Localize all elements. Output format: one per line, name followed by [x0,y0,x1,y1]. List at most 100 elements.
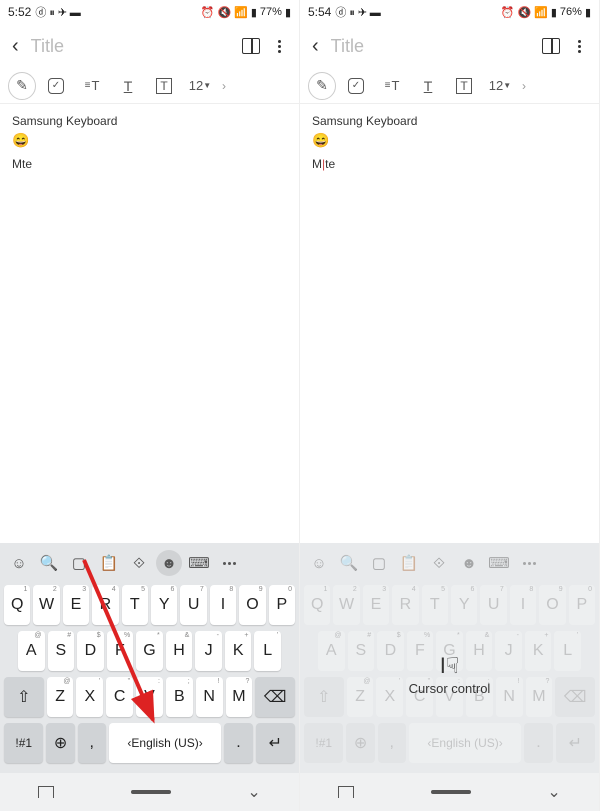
toolbar-more-icon[interactable] [516,550,542,576]
key-u[interactable]: U7 [180,585,206,625]
scan-icon[interactable]: ⟐ [426,550,452,576]
nav-home[interactable] [431,790,471,794]
period-key[interactable]: . [524,723,552,763]
checkbox-button[interactable]: ✓ [40,72,72,100]
key-q[interactable]: Q1 [4,585,30,625]
key-r[interactable]: R4 [92,585,118,625]
symbols-key[interactable]: !#1 [4,723,43,763]
key-y[interactable]: Y6 [451,585,477,625]
period-key[interactable]: . [224,723,252,763]
header-format-button[interactable]: ≡T [76,72,108,100]
key-i[interactable]: I8 [210,585,236,625]
reader-mode-icon[interactable] [242,38,260,54]
note-content[interactable]: Samsung Keyboard 😄 M|te [300,104,599,543]
key-l[interactable]: L' [254,631,281,671]
toolbar-scroll-right[interactable]: › [522,79,526,93]
reader-mode-icon[interactable] [542,38,560,54]
backspace-key[interactable]: ⌫ [255,677,295,717]
key-m[interactable]: M? [226,677,253,717]
status-bar: 5:52 ⓓ ⏸ ✈ ▬ ⏰ 🔇 📶 ▮ 77% ▮ [0,0,299,24]
text-box-button[interactable]: T [148,72,180,100]
clipboard-icon[interactable]: 📋 [96,550,122,576]
key-h[interactable]: H& [166,631,193,671]
key-r[interactable]: R4 [392,585,418,625]
gif-icon[interactable]: ▢ [66,550,92,576]
spacebar-key[interactable]: ‹ English (US) › [409,723,522,763]
symbols-key[interactable]: !#1 [304,723,343,763]
key-t[interactable]: T5 [422,585,448,625]
text-box-button[interactable]: T [448,72,480,100]
key-d[interactable]: D$ [77,631,104,671]
key-u[interactable]: U7 [480,585,506,625]
search-icon[interactable]: 🔍 [36,550,62,576]
font-size-selector[interactable]: 12▼ [184,72,216,100]
status-time: 5:54 [308,5,331,19]
key-e[interactable]: E3 [363,585,389,625]
key-w[interactable]: W2 [333,585,359,625]
nav-home[interactable] [131,790,171,794]
language-key[interactable]: ⊕ [346,723,374,763]
toolbar-more-icon[interactable] [216,550,242,576]
key-z[interactable]: Z@ [47,677,74,717]
checkbox-button[interactable]: ✓ [340,72,372,100]
key-f[interactable]: F% [107,631,134,671]
key-e[interactable]: E3 [63,585,89,625]
shift-key[interactable]: ⇧ [4,677,44,717]
nav-keyboard-down[interactable]: ⌄ [547,782,560,802]
emoji-icon[interactable]: ☺ [6,550,32,576]
sticker-icon[interactable]: ☻ [156,550,182,576]
title-input[interactable]: Title [31,36,230,57]
keyboard[interactable]: ☺ 🔍 ▢ 📋 ⟐ ☻ ⌨ Q1W2E3R4T5Y6U7I8O9P0 A@S#D… [300,543,599,811]
keyboard-mode-icon[interactable]: ⌨ [486,550,512,576]
key-k[interactable]: K+ [225,631,252,671]
underline-button[interactable]: T [412,72,444,100]
key-s[interactable]: S# [48,631,75,671]
toolbar-scroll-right[interactable]: › [222,79,226,93]
back-button[interactable]: ‹ [12,35,19,58]
key-o[interactable]: O9 [539,585,565,625]
handwriting-button[interactable]: ✎ [308,72,336,100]
more-options-button[interactable] [272,40,287,53]
key-v[interactable]: V: [136,677,163,717]
key-j[interactable]: J- [195,631,222,671]
enter-key[interactable]: ↵ [556,723,595,763]
back-button[interactable]: ‹ [312,35,319,58]
key-a[interactable]: A@ [18,631,45,671]
scan-icon[interactable]: ⟐ [126,550,152,576]
language-key[interactable]: ⊕ [46,723,74,763]
font-size-selector[interactable]: 12▼ [484,72,516,100]
comma-key[interactable]: , [378,723,406,763]
underline-button[interactable]: T [112,72,144,100]
title-input[interactable]: Title [331,36,530,57]
key-w[interactable]: W2 [33,585,59,625]
key-p[interactable]: P0 [269,585,295,625]
sticker-icon[interactable]: ☻ [456,550,482,576]
spacebar-key[interactable]: ‹ English (US) › [109,723,222,763]
key-c[interactable]: C" [106,677,133,717]
nav-recent[interactable] [338,786,354,798]
enter-key[interactable]: ↵ [256,723,295,763]
key-y[interactable]: Y6 [151,585,177,625]
clipboard-icon[interactable]: 📋 [396,550,422,576]
comma-key[interactable]: , [78,723,106,763]
gif-icon[interactable]: ▢ [366,550,392,576]
note-content[interactable]: Samsung Keyboard 😄 Mte [0,104,299,543]
more-options-button[interactable] [572,40,587,53]
key-b[interactable]: B; [166,677,193,717]
key-p[interactable]: P0 [569,585,595,625]
header-format-button[interactable]: ≡T [376,72,408,100]
search-icon[interactable]: 🔍 [336,550,362,576]
nav-recent[interactable] [38,786,54,798]
key-o[interactable]: O9 [239,585,265,625]
nav-bar: ⌄ [300,773,599,811]
key-g[interactable]: G* [136,631,163,671]
key-t[interactable]: T5 [122,585,148,625]
keyboard-mode-icon[interactable]: ⌨ [186,550,212,576]
emoji-icon[interactable]: ☺ [306,550,332,576]
key-q[interactable]: Q1 [304,585,330,625]
handwriting-button[interactable]: ✎ [8,72,36,100]
key-i[interactable]: I8 [510,585,536,625]
key-n[interactable]: N! [196,677,223,717]
key-x[interactable]: X' [76,677,103,717]
nav-keyboard-down[interactable]: ⌄ [247,782,260,802]
